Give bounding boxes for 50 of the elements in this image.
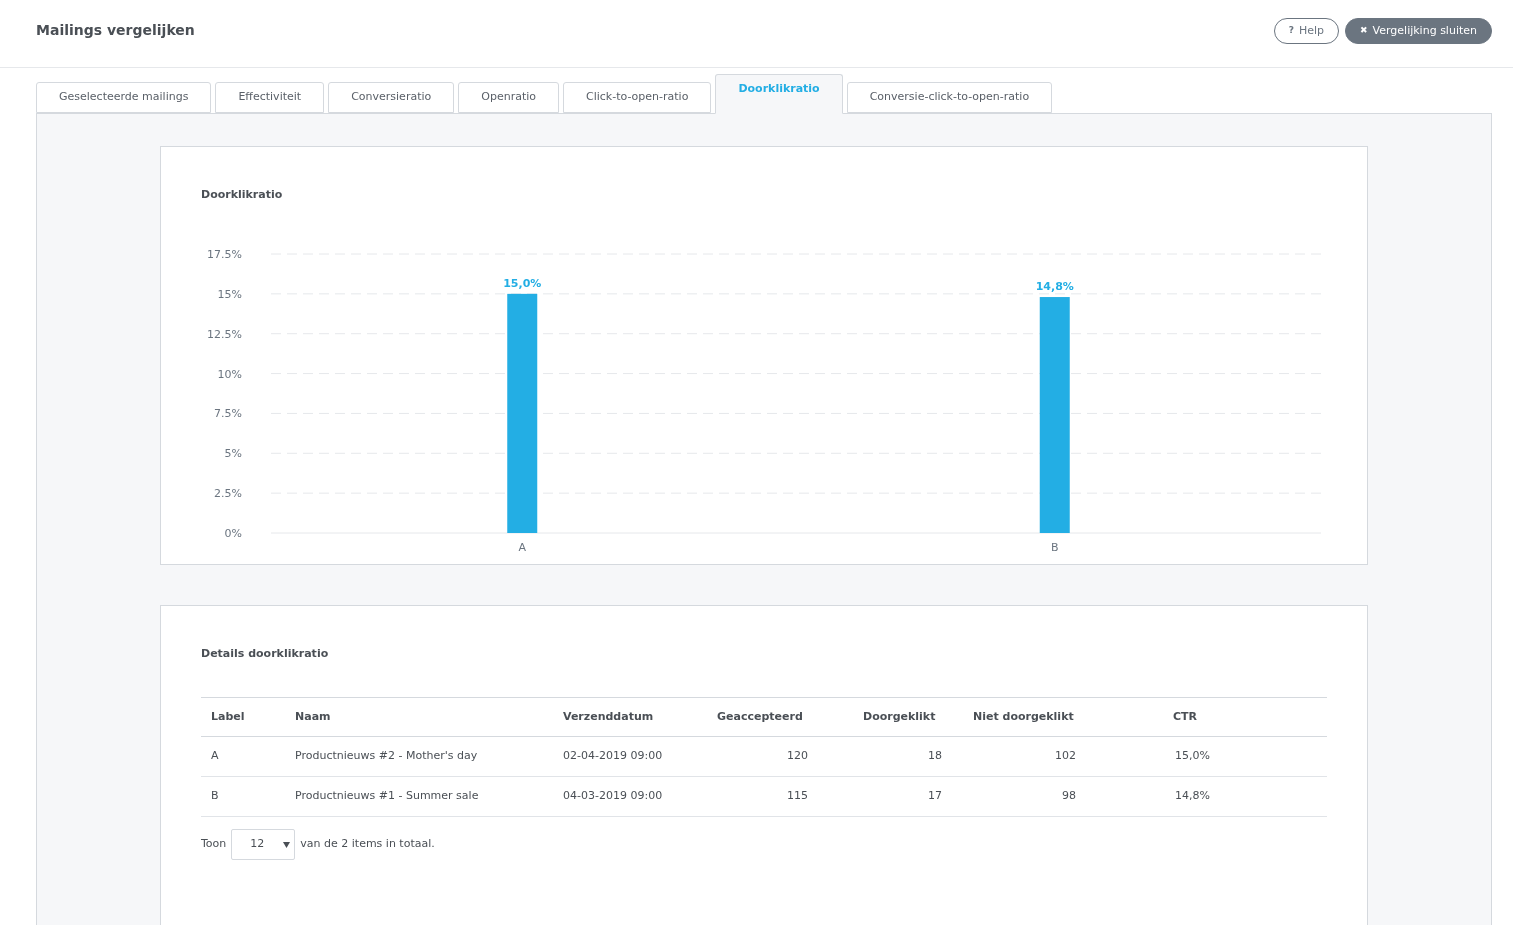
y-axis-label: 2.5% [214,486,242,500]
tab[interactable]: Click-to-open-ratio [563,82,712,113]
tab[interactable]: Geselecteerde mailings [36,82,212,113]
tab[interactable]: Conversieratio [328,82,455,113]
column-header: Doorgeklikt [863,708,937,725]
table-cell-text: 14,8% [1174,788,1211,805]
table-cell-text: 115 [786,788,809,805]
column-header: CTR [1172,708,1199,725]
tab[interactable]: Conversie-click-to-open-ratio [846,82,1053,113]
close-comparison-button[interactable]: ✖ Vergelijking sluiten [1345,18,1492,44]
page-size-select[interactable]: 12 [231,829,296,860]
y-axis-label: 7.5% [214,406,242,420]
close-icon: ✖ [1360,24,1368,38]
tab[interactable]: Effectiviteit [215,82,325,113]
bar-value-label: 15,0% [503,276,542,290]
table-cell-text: 04-03-2019 09:00 [562,788,664,805]
table-cell-text: 98 [1061,788,1077,805]
y-axis-label: 5% [224,446,242,460]
column-header: Label [210,708,246,725]
bar-value-label: 14,8% [1035,279,1074,293]
question-icon: ? [1288,24,1294,38]
help-button[interactable]: ? Help [1273,18,1339,44]
table-cell-text: 15,0% [1174,748,1211,765]
pager-label: Toon [201,836,227,853]
details-title: Details doorklikratio [201,645,330,662]
pager-summary: van de 2 items in totaal. [300,836,435,853]
table-cell-text: Productnieuws #1 - Summer sale [294,788,480,805]
table-cell-text: 02-04-2019 09:00 [562,748,664,765]
y-axis-label: 17.5% [207,247,242,261]
y-axis-label: 15% [217,287,242,301]
table-cell-text: B [210,788,220,805]
dropdown-caret-icon [283,841,291,848]
column-header: Verzenddatum [562,708,655,725]
chart-title: Doorklikratio [201,187,284,203]
column-header: Niet doorgeklikt [973,708,1075,725]
tab[interactable]: Openratio [458,82,559,113]
y-axis-label: 0% [224,526,242,540]
x-axis-label: B [1051,540,1059,554]
table-cell-text: 18 [927,748,943,765]
table-cell-text: 102 [1054,748,1077,765]
table-cell-text: Productnieuws #2 - Mother's day [294,748,479,765]
y-axis-label: 10% [217,367,242,381]
table-cell-text: 120 [786,748,809,765]
table-cell-text: A [210,748,220,765]
column-header: Naam [294,708,332,725]
page-title: Mailings vergelijken [36,21,195,40]
table-cell-text: 17 [927,788,943,805]
y-axis-label: 12.5% [207,327,242,341]
column-header: Geaccepteerd [716,708,804,725]
x-axis-label: A [518,540,526,554]
